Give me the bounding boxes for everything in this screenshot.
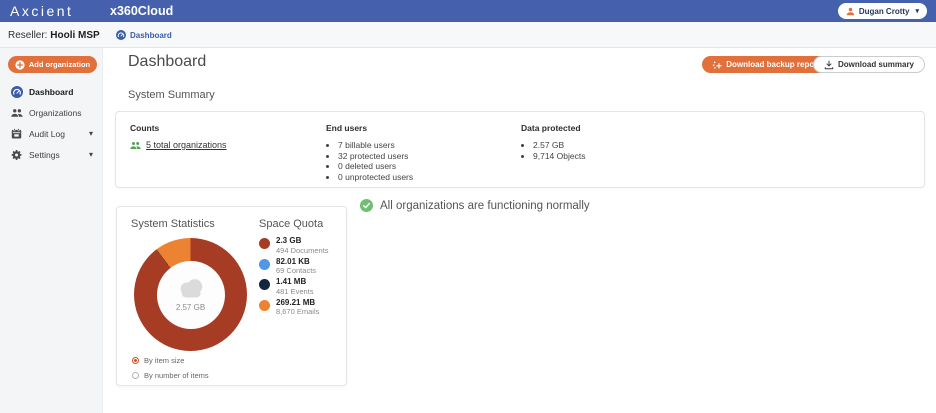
total-organizations-link[interactable]: 5 total organizations xyxy=(146,140,227,150)
add-organization-button[interactable]: Add organization xyxy=(8,56,97,73)
sidebar-item-settings[interactable]: Settings ▾ xyxy=(0,144,102,165)
legend-size: 82.01 KB xyxy=(276,257,316,267)
space-quota-heading: Space Quota xyxy=(259,218,323,230)
system-statistics-card: System Statistics Space Quota 2.57 GB 2.… xyxy=(116,206,347,386)
organizations-icon xyxy=(10,106,23,119)
chevron-down-icon: ▾ xyxy=(915,7,919,15)
page-title: Dashboard xyxy=(128,53,206,71)
legend-count: 8,670 Emails xyxy=(276,307,319,316)
sidebar-item-label: Organizations xyxy=(29,108,81,118)
user-name: Dugan Crotty xyxy=(859,7,910,16)
legend-count: 494 Documents xyxy=(276,246,329,255)
end-users-heading: End users xyxy=(326,123,413,133)
counts-column: Counts 5 total organizations xyxy=(130,123,227,150)
end-users-list: 7 billable users 32 protected users 0 de… xyxy=(326,140,413,182)
data-protected-column: Data protected 2.57 GB 9,714 Objects xyxy=(521,123,585,161)
legend-count: 69 Contacts xyxy=(276,266,316,275)
legend-size: 1.41 MB xyxy=(276,277,314,287)
system-summary-card: Counts 5 total organizations End users 7… xyxy=(115,111,925,188)
system-summary-heading: System Summary xyxy=(128,89,215,101)
space-quota-donut[interactable]: 2.57 GB xyxy=(134,238,247,351)
sidebar-nav: Dashboard Organizations Audit Log ▾ Sett… xyxy=(0,81,102,165)
legend-item-emails: 269.21 MB 8,670 Emails xyxy=(259,298,329,317)
status-check-icon xyxy=(360,199,373,212)
download-summary-button[interactable]: Download summary xyxy=(813,56,925,73)
sidebar: Add organization Dashboard Organizations… xyxy=(0,48,103,413)
add-icon xyxy=(15,60,25,70)
radio-label: By number of items xyxy=(144,371,209,380)
radio-by-number-of-items[interactable]: By number of items xyxy=(132,371,209,380)
counts-heading: Counts xyxy=(130,123,227,133)
sidebar-item-dashboard[interactable]: Dashboard xyxy=(0,81,102,102)
donut-center: 2.57 GB xyxy=(157,261,225,329)
legend-item-documents: 2.3 GB 494 Documents xyxy=(259,236,329,255)
legend-dot xyxy=(259,300,270,311)
status-message: All organizations are functioning normal… xyxy=(380,200,590,212)
settings-icon xyxy=(10,148,23,161)
status-message-row: All organizations are functioning normal… xyxy=(360,199,590,212)
space-quota-legend: 2.3 GB 494 Documents 82.01 KB 69 Contact… xyxy=(259,236,329,318)
dashboard-icon xyxy=(10,85,23,98)
product-name: x360Cloud xyxy=(110,4,173,18)
sub-header: Reseller: Hooli MSP Dashboard xyxy=(0,22,936,48)
cloud-icon xyxy=(176,277,206,298)
download-summary-label: Download summary xyxy=(838,60,914,69)
reseller-label: Reseller: Hooli MSP xyxy=(8,30,100,41)
legend-item-contacts: 82.01 KB 69 Contacts xyxy=(259,257,329,276)
download-icon xyxy=(824,60,834,70)
sidebar-item-label: Audit Log xyxy=(29,129,65,139)
list-item: 9,714 Objects xyxy=(533,151,585,162)
sidebar-item-label: Dashboard xyxy=(29,87,73,97)
list-item: 7 billable users xyxy=(338,140,413,151)
add-organization-label: Add organization xyxy=(29,60,90,69)
legend-dot xyxy=(259,238,270,249)
data-protected-heading: Data protected xyxy=(521,123,585,133)
list-item: 0 unprotected users xyxy=(338,172,413,183)
radio-button[interactable] xyxy=(132,372,139,379)
list-item: 32 protected users xyxy=(338,151,413,162)
download-backup-report-button[interactable]: Download backup report xyxy=(702,56,830,73)
user-menu-button[interactable]: Dugan Crotty ▾ xyxy=(838,3,927,19)
top-bar: Axcient x360Cloud Dugan Crotty ▾ xyxy=(0,0,936,22)
radio-button[interactable] xyxy=(132,357,139,364)
audit-log-icon xyxy=(10,127,23,140)
backup-report-icon xyxy=(712,60,722,70)
system-statistics-heading: System Statistics xyxy=(131,218,215,230)
data-protected-list: 2.57 GB 9,714 Objects xyxy=(521,140,585,161)
list-item: 2.57 GB xyxy=(533,140,585,151)
download-backup-report-label: Download backup report xyxy=(726,60,820,69)
list-item: 0 deleted users xyxy=(338,161,413,172)
chart-mode-options: By item size By number of items xyxy=(132,356,209,386)
legend-count: 481 Events xyxy=(276,287,314,296)
legend-dot xyxy=(259,259,270,270)
axcient-logo: Axcient xyxy=(10,3,73,19)
chevron-down-icon: ▾ xyxy=(89,150,93,159)
radio-label: By item size xyxy=(144,356,184,365)
user-icon xyxy=(846,7,855,16)
end-users-column: End users 7 billable users 32 protected … xyxy=(326,123,413,182)
legend-dot xyxy=(259,279,270,290)
breadcrumb-label: Dashboard xyxy=(130,31,172,40)
breadcrumb[interactable]: Dashboard xyxy=(116,30,172,40)
organizations-count-icon xyxy=(130,141,141,150)
reseller-name: Hooli MSP xyxy=(50,30,99,41)
reseller-prefix: Reseller: xyxy=(8,30,47,41)
donut-center-label: 2.57 GB xyxy=(176,303,205,312)
legend-size: 2.3 GB xyxy=(276,236,329,246)
legend-item-events: 1.41 MB 481 Events xyxy=(259,277,329,296)
dashboard-icon xyxy=(116,30,126,40)
sidebar-item-label: Settings xyxy=(29,150,60,160)
chevron-down-icon: ▾ xyxy=(89,129,93,138)
sidebar-item-audit-log[interactable]: Audit Log ▾ xyxy=(0,123,102,144)
radio-by-item-size[interactable]: By item size xyxy=(132,356,209,365)
legend-size: 269.21 MB xyxy=(276,298,319,308)
sidebar-item-organizations[interactable]: Organizations xyxy=(0,102,102,123)
